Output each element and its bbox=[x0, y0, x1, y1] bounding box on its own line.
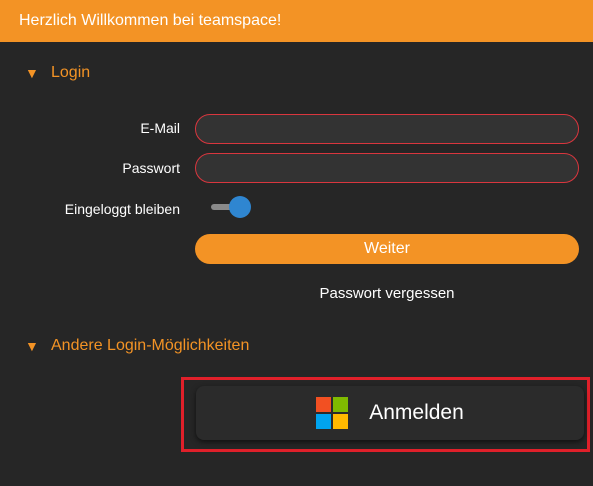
microsoft-login-label: Anmelden bbox=[369, 401, 464, 424]
other-login-section-toggle[interactable]: ▼ Andere Login-Möglichkeiten bbox=[25, 337, 249, 355]
forgot-password-link[interactable]: Passwort vergessen bbox=[195, 285, 579, 302]
microsoft-login-button[interactable]: Anmelden bbox=[196, 386, 584, 440]
microsoft-logo-icon bbox=[316, 397, 349, 429]
continue-button[interactable]: Weiter bbox=[195, 234, 579, 264]
triangle-down-icon: ▼ bbox=[25, 65, 39, 81]
triangle-down-icon: ▼ bbox=[25, 338, 39, 354]
password-field[interactable] bbox=[195, 153, 579, 183]
email-label: E-Mail bbox=[140, 120, 180, 136]
email-field[interactable] bbox=[195, 114, 579, 144]
stay-logged-in-toggle[interactable] bbox=[209, 196, 253, 218]
login-section-title: Login bbox=[51, 64, 91, 81]
toggle-knob bbox=[229, 196, 251, 218]
password-label: Passwort bbox=[122, 160, 180, 176]
login-section-toggle[interactable]: ▼ Login bbox=[25, 64, 90, 82]
welcome-header: Herzlich Willkommen bei teamspace! bbox=[0, 0, 593, 42]
other-login-section-title: Andere Login-Möglichkeiten bbox=[51, 337, 250, 354]
stay-logged-in-label: Eingeloggt bleiben bbox=[64, 201, 180, 217]
